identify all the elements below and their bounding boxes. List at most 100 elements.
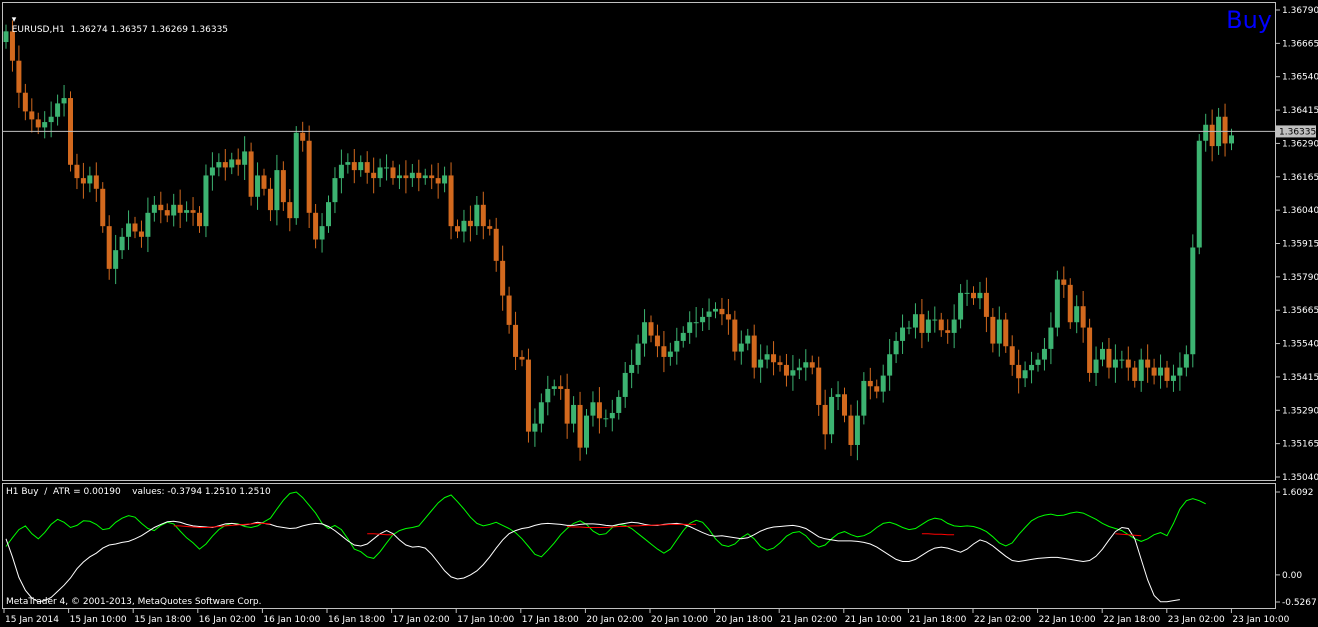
candle-bear	[390, 167, 396, 179]
candle-bull	[345, 162, 351, 165]
candle-bull	[338, 164, 344, 179]
candle-bull	[145, 212, 151, 237]
candle-bear	[158, 204, 164, 211]
candle-bull	[184, 210, 190, 213]
candle-bear	[1009, 346, 1015, 365]
price-tick-label: 1.36290	[1282, 139, 1318, 149]
candle-bear	[1087, 327, 1093, 373]
candle-bull	[764, 354, 770, 360]
candle-bull	[584, 415, 589, 448]
candle-bull	[242, 151, 248, 165]
time-tick-label: 21 Jan 18:00	[909, 615, 966, 625]
candle-bear	[235, 159, 241, 165]
candle-bear	[16, 60, 22, 93]
candle-bull	[958, 292, 964, 320]
candle-bull	[1048, 327, 1054, 349]
candle-bear	[971, 292, 976, 299]
candle-bull	[680, 332, 686, 341]
candle-bull	[687, 322, 693, 333]
candle-bear	[480, 204, 486, 227]
candle-bull	[616, 396, 622, 413]
candle-bear	[35, 119, 41, 128]
candle-bull	[854, 415, 860, 445]
candle-bear	[1003, 319, 1009, 347]
candle-bull	[1112, 359, 1118, 368]
candle-bull	[951, 319, 957, 333]
candle-bear	[500, 260, 506, 296]
candle-bull	[912, 314, 918, 328]
candle-bull	[738, 343, 744, 352]
price-tick-label: 1.35540	[1282, 340, 1318, 350]
indicator-tick-label: -0.5267	[1282, 598, 1317, 608]
candle-bull	[255, 175, 261, 197]
time-tick-label: 23 Jan 10:00	[1232, 615, 1289, 625]
candle-bull	[758, 359, 764, 368]
candle-bull	[713, 308, 718, 312]
candle-bear	[467, 220, 473, 227]
candle-bear	[1132, 367, 1138, 381]
candle-bull	[48, 116, 54, 123]
candle-bull	[1196, 140, 1202, 248]
time-tick-label: 20 Jan 10:00	[651, 615, 708, 625]
candle-bull	[609, 412, 615, 419]
candle-bear	[100, 188, 106, 227]
candle-bull	[977, 292, 983, 299]
time-tick-label: 15 Jan 2014	[5, 615, 59, 625]
candle-bull	[667, 351, 673, 357]
candle-bull	[1074, 306, 1080, 323]
candle-bull	[216, 162, 222, 168]
candle-bull	[622, 372, 628, 397]
time-tick-label: 20 Jan 02:00	[586, 615, 643, 625]
candle-bull	[861, 380, 867, 416]
chart-root: 1.36790 1.36665 1.36540 1.36415 1.36290 1.361…	[0, 0, 1318, 627]
candle-bear	[364, 162, 370, 173]
candle-bear	[1067, 284, 1073, 323]
price-tick-label: 1.35915	[1282, 240, 1318, 250]
time-tick-label: 21 Jan 10:00	[845, 615, 902, 625]
candle-bear	[919, 314, 925, 333]
price-tick-label: 1.36790	[1282, 6, 1318, 16]
candle-bear	[1209, 124, 1215, 147]
candle-bear	[190, 210, 196, 213]
candle-bear	[990, 316, 996, 344]
candle-bear	[777, 362, 783, 365]
time-tick-label: 23 Jan 02:00	[1168, 615, 1225, 625]
candle-bull	[326, 202, 331, 227]
indicator-header: H1 Buy / ATR = 0.00190 values: -0.3794 1…	[6, 487, 271, 497]
candle-bear	[280, 170, 286, 203]
candle-bull	[384, 167, 390, 169]
candle-bull	[396, 175, 402, 179]
candle-bear	[1125, 359, 1131, 368]
candle-bear	[1106, 348, 1112, 368]
candle-bear	[725, 314, 731, 320]
candle-bear	[1061, 279, 1067, 285]
time-tick-label: 22 Jan 10:00	[1039, 615, 1096, 625]
time-tick-label: 15 Jan 18:00	[134, 615, 191, 625]
symbol-menu-icon[interactable]: ▾	[12, 15, 17, 25]
candle-bear	[1016, 364, 1022, 379]
candle-bull	[796, 367, 802, 371]
candle-bear	[164, 210, 170, 216]
price-tick-label: 1.35290	[1282, 406, 1318, 416]
candle-bull	[113, 250, 119, 269]
candle-bull	[964, 292, 970, 294]
price-tick-label: 1.35665	[1282, 306, 1318, 316]
candle-bear	[429, 175, 435, 179]
time-tick-label: 21 Jan 02:00	[780, 615, 837, 625]
candle-bull	[1158, 367, 1164, 376]
candle-bull	[571, 404, 577, 424]
candle-bear	[719, 308, 725, 315]
candle-bull	[880, 375, 886, 392]
candle-bear	[313, 212, 319, 240]
candle-bull	[474, 204, 480, 227]
time-tick-label: 17 Jan 02:00	[393, 615, 450, 625]
candle-bear	[809, 362, 815, 368]
current-price-label: 1.36335	[1279, 127, 1316, 137]
time-tick-label: 17 Jan 10:00	[457, 615, 514, 625]
candle-bull	[745, 335, 751, 344]
candle-bear	[261, 175, 267, 189]
candle-bear	[816, 367, 822, 405]
candle-bear	[648, 322, 654, 336]
indicator-tick-label: 0.00	[1282, 571, 1302, 581]
candle-bear	[80, 178, 86, 184]
